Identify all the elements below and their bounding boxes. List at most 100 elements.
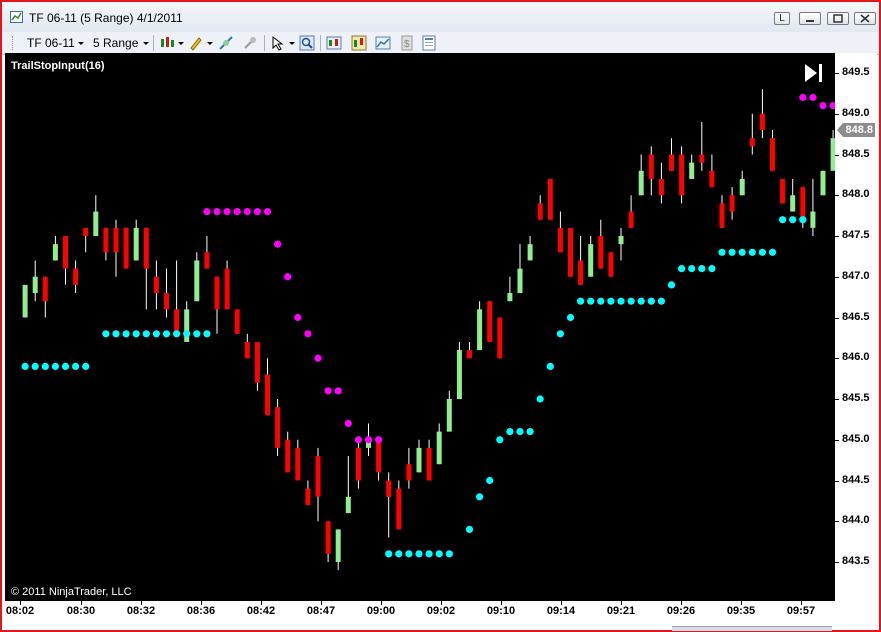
trail-stop-short-dot (314, 354, 322, 362)
candle-down (113, 227, 119, 253)
candle-down (153, 276, 159, 294)
candle-down (214, 276, 220, 310)
candle-down (42, 276, 48, 302)
instrument-dropdown-icon[interactable] (78, 42, 84, 45)
crosshair-icon[interactable] (242, 35, 258, 51)
plot-icon[interactable] (218, 35, 234, 51)
trail-stop-short-dot (203, 207, 211, 216)
bar-style-icon[interactable] (159, 35, 175, 51)
candle-down (628, 211, 634, 228)
candle-down (467, 350, 472, 359)
candle-down (487, 301, 493, 342)
time-axis[interactable]: 08:02 08:30 08:32 08:36 08:42 08:47 09:00 09:02… (5, 601, 835, 628)
trail-stop-short-dot (263, 207, 272, 216)
price-axis[interactable]: 848.8 849.5 849.0 848.5 848.0 847.5 847.0 846.… (835, 53, 877, 601)
candle-up (507, 293, 513, 302)
candle-down (234, 309, 240, 334)
trail-stop-long-dot (627, 297, 635, 305)
price-tick (835, 73, 839, 74)
trail-stop-long-dot (203, 330, 211, 338)
candle-down (305, 488, 311, 505)
price-label: 847.0 (842, 269, 870, 282)
title-bar[interactable]: TF 06-11 (5 Range) 4/1/2011 L (2, 2, 879, 32)
trail-stop-long-dot (41, 362, 49, 370)
chart-app-icon (10, 11, 23, 23)
zoom-icon[interactable] (299, 35, 315, 51)
trail-stop-long-dot (122, 330, 130, 338)
candle-down (800, 187, 806, 220)
candle-down (83, 227, 89, 236)
trail-stop-short-dot (213, 207, 221, 216)
restore-button[interactable] (827, 12, 849, 25)
pointer-dropdown-icon[interactable] (289, 42, 295, 45)
candle-up (345, 496, 351, 514)
trail-stop-long-dot (758, 248, 767, 256)
time-label: 08:47 (306, 605, 336, 617)
toolbar-separator (320, 35, 321, 51)
candle-down (578, 260, 584, 285)
scroll-to-end-icon[interactable] (803, 63, 825, 83)
price-label: 843.5 (842, 555, 870, 567)
candle-down (254, 341, 260, 383)
close-button[interactable] (854, 12, 876, 25)
interval-selector[interactable]: 5 Range (93, 36, 138, 50)
trail-stop-long-dot (193, 330, 201, 338)
data-box-icon[interactable] (326, 35, 342, 51)
pointer-icon[interactable] (270, 35, 286, 51)
candle-down (729, 195, 735, 212)
last-price-marker: 848.8 (837, 123, 875, 138)
price-tick (835, 195, 839, 197)
candle-down (658, 178, 664, 196)
price-chart[interactable]: TrailStopInput(16) © 2011 NinjaTrader, L… (5, 53, 868, 601)
trail-stop-long-dot (465, 525, 474, 533)
trail-stop-long-dot (162, 330, 171, 338)
time-label: 09:26 (666, 605, 696, 617)
pencil-icon[interactable] (188, 35, 204, 51)
trail-stop-long-dot (667, 281, 676, 289)
indicators-icon[interactable] (375, 35, 391, 51)
drawing-dropdown-icon[interactable] (207, 42, 213, 45)
candle-down (497, 317, 503, 359)
time-label: 08:30 (66, 605, 96, 617)
price-tick (835, 480, 839, 482)
link-button[interactable]: L (774, 12, 790, 25)
interval-dropdown-icon[interactable] (143, 42, 149, 45)
svg-text:$: $ (404, 39, 410, 50)
price-label: 844.5 (842, 473, 870, 486)
strategies-icon[interactable]: $ (399, 35, 415, 51)
trail-stop-long-dot (486, 476, 494, 485)
minimize-button[interactable] (799, 12, 821, 25)
candle-up (588, 244, 594, 277)
candle-down (224, 268, 230, 310)
trail-stop-long-dot (678, 265, 686, 273)
trail-stop-long-dot (496, 436, 504, 444)
trail-stop-short-dot (324, 387, 332, 395)
candle-down (598, 236, 604, 269)
bar-style-dropdown-icon[interactable] (178, 42, 184, 45)
trail-stop-long-dot (799, 216, 807, 224)
minimize-icon (806, 20, 814, 22)
price-tick (835, 154, 839, 156)
time-label: 09:02 (426, 605, 456, 617)
toolbar-grip[interactable] (12, 36, 16, 50)
chart-trader-icon[interactable] (351, 35, 367, 51)
candlestick-chart[interactable] (5, 53, 868, 601)
price-label: 849.0 (842, 106, 870, 119)
candle-down (315, 456, 321, 497)
trail-stop-short-dot (233, 207, 241, 216)
candle-up (52, 244, 58, 261)
candle-up (416, 447, 422, 473)
price-tick (835, 521, 839, 523)
trail-stop-short-dot (364, 436, 373, 444)
trail-stop-short-dot (354, 436, 362, 444)
candle-down (244, 341, 250, 359)
candle-down (396, 488, 402, 530)
candle-down (608, 252, 614, 277)
instrument-selector[interactable]: TF 06-11 (27, 36, 75, 50)
copyright-text: © 2011 NinjaTrader, LLC (11, 586, 132, 598)
trail-stop-long-dot (425, 550, 433, 558)
properties-icon[interactable] (421, 35, 437, 51)
horizontal-scrollbar[interactable] (672, 626, 832, 631)
trail-stop-long-dot (546, 362, 554, 370)
trail-stop-long-dot (779, 216, 787, 224)
